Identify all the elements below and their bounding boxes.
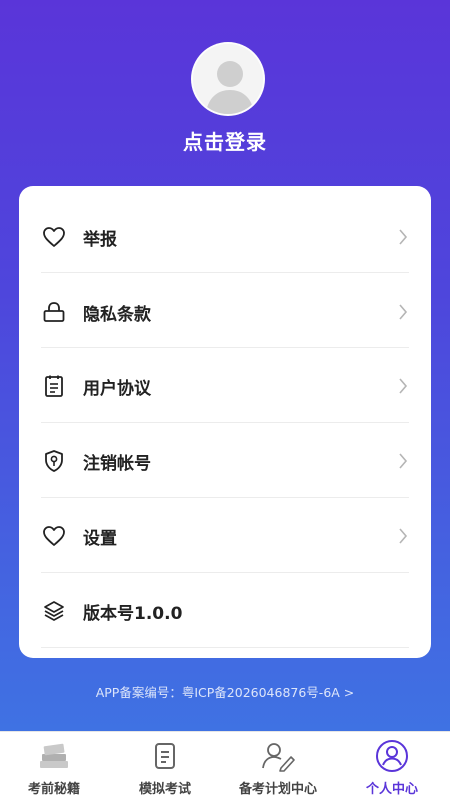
books-icon [36,738,72,774]
menu-item-label: 用户协议 [83,378,151,399]
divider [41,572,409,573]
shield-key-icon [41,448,67,474]
menu-item-label: 设置 [83,528,117,549]
layers-icon [41,598,67,624]
menu-item-label: 版本号1.0.0 [83,603,183,624]
menu-item-settings[interactable]: 设置 [41,499,409,573]
user-circle-icon [374,738,410,774]
avatar[interactable] [191,42,265,116]
menu-item-delete-account[interactable]: 注销帐号 [41,424,409,498]
menu-item-label: 隐私条款 [83,304,151,325]
divider [41,497,409,498]
chevron-right-icon [399,304,408,320]
heart-icon [41,523,67,549]
menu-item-privacy[interactable]: 隐私条款 [41,275,409,349]
login-link[interactable]: 点击登录 [0,126,450,155]
user-edit-icon [260,738,296,774]
divider [41,272,409,273]
tab-label: 个人中心 [365,782,418,797]
menu-item-user-agreement[interactable]: 用户协议 [41,349,409,423]
divider [41,647,409,648]
document-icon [41,373,67,399]
tab-exam-tips[interactable]: 考前秘籍 [18,732,90,800]
bottom-tab-bar: 考前秘籍 模拟考试 备考计划中心 个人中心 [0,731,450,800]
menu-item-label: 举报 [83,229,117,250]
tab-study-plan[interactable]: 备考计划中心 [226,732,330,800]
divider [41,347,409,348]
tab-mock-exam[interactable]: 模拟考试 [129,732,201,800]
tab-label: 考前秘籍 [27,782,80,797]
lock-icon [41,299,67,325]
menu-item-label: 注销帐号 [83,453,151,474]
menu-card: 举报 隐私条款 用户协议 注销帐号 设置 版本号1.0.0 [19,186,431,658]
menu-item-report[interactable]: 举报 [41,200,409,274]
icp-record-link[interactable]: APP备案编号：粤ICP备2026046876号-6A > [0,682,450,701]
tab-label: 备考计划中心 [238,782,317,797]
chevron-right-icon [399,378,408,394]
exam-sheet-icon [147,738,183,774]
menu-item-version: 版本号1.0.0 [41,574,409,648]
chevron-right-icon [399,229,408,245]
chevron-right-icon [399,528,408,544]
divider [41,422,409,423]
tab-label: 模拟考试 [138,782,191,797]
heart-icon [41,224,67,250]
tab-personal-center[interactable]: 个人中心 [354,732,430,800]
chevron-right-icon [399,453,408,469]
